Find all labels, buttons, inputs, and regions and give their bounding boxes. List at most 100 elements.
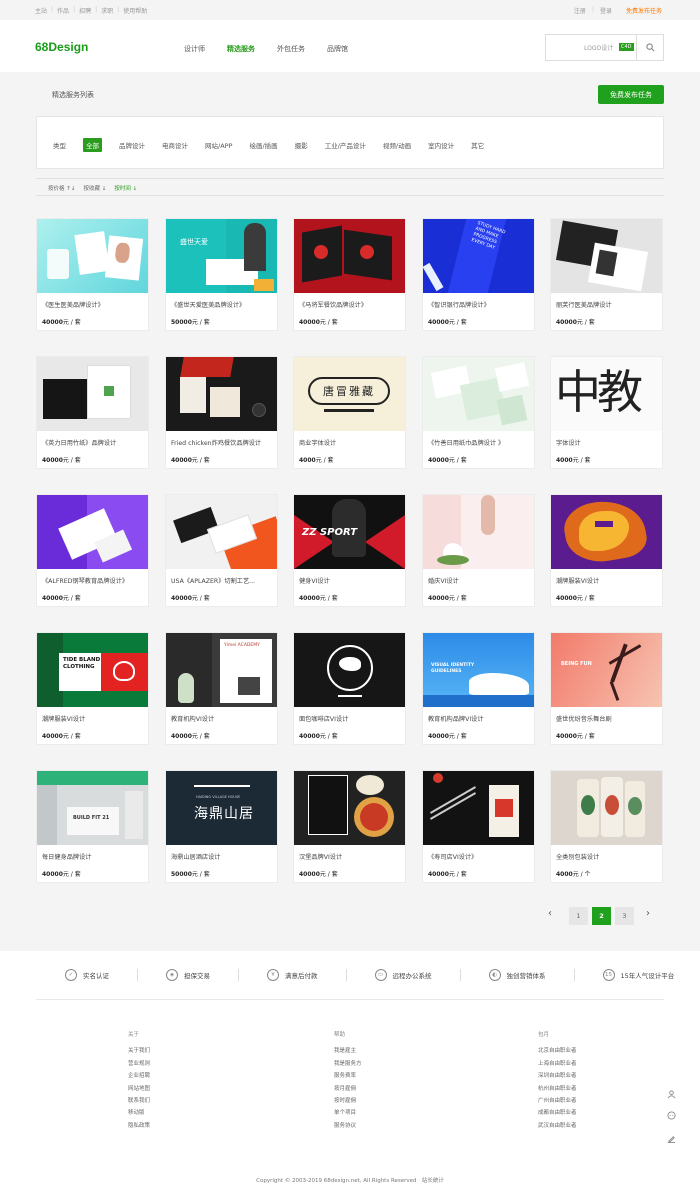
login-link[interactable]: 登录 — [600, 6, 612, 15]
service-card[interactable]: USA《APLAZER》切割工艺... 40000元 / 套 — [165, 494, 278, 607]
service-card[interactable]: 《英力日用竹纸》品牌设计 40000元 / 套 — [36, 356, 149, 469]
card-title[interactable]: 每日健身品牌设计 — [42, 852, 146, 861]
top-link-help[interactable]: 使用帮助 — [123, 6, 147, 15]
nav-brands[interactable]: 品牌馆 — [327, 44, 348, 54]
footer-link[interactable]: 广州自由职业者 — [538, 1095, 577, 1107]
footer-link[interactable]: 我是服务方 — [334, 1058, 362, 1070]
card-thumbnail[interactable]: 中教 — [551, 357, 662, 431]
footer-link[interactable]: 营业规则 — [128, 1058, 150, 1070]
filter-brand[interactable]: 品牌设计 — [119, 140, 145, 150]
top-link-main[interactable]: 主站 — [35, 6, 47, 15]
card-title[interactable]: 教育机构VI设计 — [171, 714, 275, 723]
card-title[interactable]: 商业字体设计 — [299, 438, 403, 447]
card-thumbnail[interactable] — [294, 633, 405, 707]
card-title[interactable]: 《寿司店VI设计》 — [428, 852, 532, 861]
footer-link[interactable]: 杭州自由职业者 — [538, 1083, 577, 1095]
footer-link[interactable]: 服务费率 — [334, 1070, 362, 1082]
service-card[interactable]: 唐冒雅藏 商业字体设计 4000元 / 套 — [293, 356, 406, 469]
service-card[interactable]: BEING FUN 盛世优纷音乐舞台剧 40000元 / 套 — [550, 632, 663, 745]
service-card[interactable]: Fried chicken炸鸡餐饮品牌设计 40000元 / 套 — [165, 356, 278, 469]
footer-link[interactable]: 上海自由职业者 — [538, 1058, 577, 1070]
footer-link[interactable]: 深圳自由职业者 — [538, 1070, 577, 1082]
top-link-jobs[interactable]: 招聘 — [79, 6, 91, 15]
filter-ecommerce[interactable]: 电商设计 — [162, 140, 188, 150]
card-thumbnail[interactable]: 唐冒雅藏 — [294, 357, 405, 431]
filter-illustration[interactable]: 绘画/插画 — [249, 140, 277, 150]
card-thumbnail[interactable] — [551, 219, 662, 293]
service-card[interactable]: 盛世天爱 《盛世天爱医美品牌设计》 50000元 / 套 — [165, 218, 278, 331]
service-card[interactable]: TIDE BLAND CLOTHING 潮牌服装VI设计 40000元 / 套 — [36, 632, 149, 745]
card-title[interactable]: 婚庆VI设计 — [428, 576, 532, 585]
card-title[interactable]: Fried chicken炸鸡餐饮品牌设计 — [171, 438, 275, 447]
footer-link[interactable]: 武汉自由职业者 — [538, 1120, 577, 1132]
footer-link[interactable]: 成都自由职业者 — [538, 1107, 577, 1119]
footer-link[interactable]: 网站地图 — [128, 1083, 150, 1095]
card-title[interactable]: 海鼎山居酒店设计 — [171, 852, 275, 861]
card-thumbnail[interactable] — [551, 771, 662, 845]
service-card[interactable]: ZZ SPORT 健身VI设计 40000元 / 套 — [293, 494, 406, 607]
footer-link[interactable]: 按月雇佣 — [334, 1083, 362, 1095]
service-card[interactable]: 《寿司店VI设计》 40000元 / 套 — [422, 770, 535, 883]
user-icon[interactable] — [664, 1087, 678, 1101]
card-title[interactable]: 教育机构品牌VI设计 — [428, 714, 532, 723]
card-thumbnail[interactable] — [166, 357, 277, 431]
sort-time[interactable]: 按时间 ↓ — [114, 184, 137, 192]
service-card[interactable]: 《ALFRED钢琴教育品牌设计》 40000元 / 套 — [36, 494, 149, 607]
footer-link[interactable]: 按时雇佣 — [334, 1095, 362, 1107]
service-card[interactable]: 《马将军餐饮品牌设计》 40000元 / 套 — [293, 218, 406, 331]
card-title[interactable]: 丽芙行医美品牌设计 — [556, 300, 660, 309]
service-card[interactable]: 面包咖啡店VI设计 40000元 / 套 — [293, 632, 406, 745]
card-title[interactable]: 字体设计 — [556, 438, 660, 447]
footer-link[interactable]: 服务协议 — [334, 1120, 362, 1132]
service-card[interactable]: 《医生医美品牌设计》 40000元 / 套 — [36, 218, 149, 331]
next-page-icon[interactable]: › — [646, 908, 650, 919]
card-thumbnail[interactable]: BUILD FIT 21 — [37, 771, 148, 845]
card-title[interactable]: 《盛世天爱医美品牌设计》 — [171, 300, 275, 309]
card-thumbnail[interactable] — [37, 219, 148, 293]
card-thumbnail[interactable] — [423, 357, 534, 431]
service-card[interactable]: 婚庆VI设计 40000元 / 套 — [422, 494, 535, 607]
card-title[interactable]: 《英力日用竹纸》品牌设计 — [42, 438, 146, 447]
card-thumbnail[interactable]: BEING FUN — [551, 633, 662, 707]
card-thumbnail[interactable]: ZZ SPORT — [294, 495, 405, 569]
card-title[interactable]: 健身VI设计 — [299, 576, 403, 585]
filter-interior[interactable]: 室内设计 — [428, 140, 454, 150]
filter-video[interactable]: 视频/动画 — [383, 140, 411, 150]
search-hot-tag[interactable]: C4D — [619, 43, 634, 51]
footer-link[interactable]: 单个项目 — [334, 1107, 362, 1119]
card-title[interactable]: 潮牌服装VI设计 — [556, 576, 660, 585]
footer-link[interactable]: 企业招聘 — [128, 1070, 150, 1082]
filter-industrial[interactable]: 工业/产品设计 — [325, 140, 366, 150]
card-title[interactable]: 《智识银行品牌设计》 — [428, 300, 532, 309]
card-thumbnail[interactable]: VISUAL IDENTITY GUIDELINES — [423, 633, 534, 707]
card-title[interactable]: 盛世优纷音乐舞台剧 — [556, 714, 660, 723]
service-card[interactable]: BUILD FIT 21 每日健身品牌设计 40000元 / 套 — [36, 770, 149, 883]
card-title[interactable]: 汉堡品牌VI设计 — [299, 852, 403, 861]
search-button[interactable] — [636, 35, 663, 60]
sort-favorites[interactable]: 按收藏 ↓ — [83, 184, 106, 192]
nav-designers[interactable]: 设计师 — [184, 44, 205, 54]
prev-page-icon[interactable]: ‹ — [548, 908, 552, 919]
card-thumbnail[interactable] — [37, 357, 148, 431]
service-card[interactable]: 《竹善日用纸巾品牌设计 》 40000元 / 套 — [422, 356, 535, 469]
top-link-seek[interactable]: 求职 — [101, 6, 113, 15]
chat-icon[interactable] — [664, 1108, 678, 1122]
stats-link[interactable]: 站长统计 — [422, 1178, 444, 1184]
publish-task-link[interactable]: 免费发布任务 — [626, 6, 662, 15]
footer-link[interactable]: 关于我们 — [128, 1045, 150, 1057]
service-card[interactable]: 海鼎山居 HAIDING VILLAGE HOUSE 海鼎山居酒店设计 5000… — [165, 770, 278, 883]
search-placeholder[interactable]: LOGO设计 — [584, 43, 613, 52]
footer-link[interactable]: 我是雇主 — [334, 1045, 362, 1057]
card-title[interactable]: 《马将军餐饮品牌设计》 — [299, 300, 403, 309]
filter-all[interactable]: 全部 — [83, 138, 102, 152]
free-publish-button[interactable]: 免费发布任务 — [598, 85, 664, 104]
top-link-works[interactable]: 作品 — [57, 6, 69, 15]
site-logo[interactable]: 68Design — [35, 40, 88, 54]
page-1[interactable]: 1 — [569, 907, 588, 925]
service-card[interactable]: 丽芙行医美品牌设计 40000元 / 套 — [550, 218, 663, 331]
card-thumbnail[interactable] — [294, 771, 405, 845]
card-thumbnail[interactable]: Yimei ACADEMY — [166, 633, 277, 707]
card-title[interactable]: 面包咖啡店VI设计 — [299, 714, 403, 723]
page-2[interactable]: 2 — [592, 907, 611, 925]
service-card[interactable]: 潮牌服装VI设计 40000元 / 套 — [550, 494, 663, 607]
